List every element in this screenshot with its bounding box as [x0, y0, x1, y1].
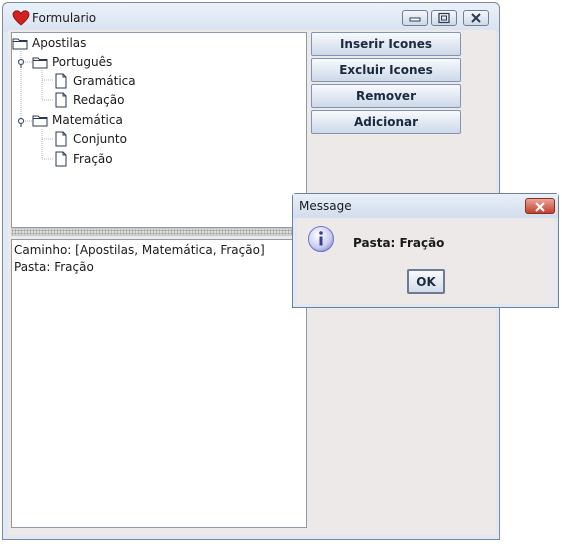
dialog-content: Pasta: Fração OK	[297, 218, 554, 304]
dialog-title-bar[interactable]: Message	[293, 194, 558, 218]
tree-leaf-conjunto[interactable]: Conjunto	[53, 130, 127, 148]
info-icon	[308, 226, 334, 252]
close-icon	[471, 13, 481, 23]
folder-tree[interactable]: Apostilas Português Gramática Redação Ma…	[11, 32, 307, 228]
close-button[interactable]	[463, 10, 489, 26]
minimize-button[interactable]	[402, 10, 428, 26]
remove-button[interactable]: Remover	[311, 84, 461, 108]
window-title: Formulario	[32, 11, 97, 25]
tree-node-label: Fração	[73, 152, 113, 166]
folder-icon	[32, 115, 48, 127]
tree-node-label: Gramática	[73, 74, 136, 88]
tree-node-label: Apostilas	[32, 36, 87, 50]
file-icon	[55, 73, 67, 89]
heart-icon	[12, 10, 30, 26]
maximize-button[interactable]	[431, 10, 457, 26]
split-pane-divider[interactable]	[11, 228, 307, 236]
tree-leaf-fracao[interactable]: Fração	[53, 150, 113, 168]
folder-icon	[32, 57, 48, 69]
close-icon	[535, 202, 545, 212]
message-dialog: Message Pasta: Fração OK	[292, 193, 559, 308]
insert-icons-button[interactable]: Inserir Icones	[311, 32, 461, 56]
title-bar[interactable]: Formulario	[3, 3, 499, 32]
file-icon	[55, 131, 67, 147]
file-icon	[55, 151, 67, 167]
folder-icon	[12, 38, 28, 50]
tree-node-matematica[interactable]: Matemática	[32, 111, 123, 129]
ok-button[interactable]: OK	[407, 269, 445, 294]
output-text-area[interactable]: Caminho: [Apostilas, Matemática, Fração]…	[11, 239, 307, 528]
tree-node-root[interactable]: Apostilas	[12, 34, 86, 52]
output-line-path: Caminho: [Apostilas, Matemática, Fração]	[14, 243, 265, 257]
dialog-message: Pasta: Fração	[353, 236, 445, 250]
tree-node-label: Redação	[73, 93, 125, 107]
dialog-title: Message	[299, 199, 352, 213]
add-button[interactable]: Adicionar	[311, 110, 461, 134]
minimize-icon	[409, 17, 421, 22]
tree-node-label: Matemática	[52, 113, 123, 127]
tree-leaf-redacao[interactable]: Redação	[53, 91, 124, 109]
tree-node-label: Conjunto	[73, 132, 127, 146]
output-line-folder: Pasta: Fração	[14, 260, 94, 274]
tree-node-label: Português	[52, 55, 113, 69]
tree-node-portugues[interactable]: Português	[32, 53, 112, 71]
delete-icons-button[interactable]: Excluir Icones	[311, 58, 461, 82]
file-icon	[55, 92, 67, 108]
tree-leaf-gramatica[interactable]: Gramática	[53, 72, 136, 90]
dialog-close-button[interactable]	[525, 198, 555, 214]
maximize-icon	[438, 12, 450, 24]
